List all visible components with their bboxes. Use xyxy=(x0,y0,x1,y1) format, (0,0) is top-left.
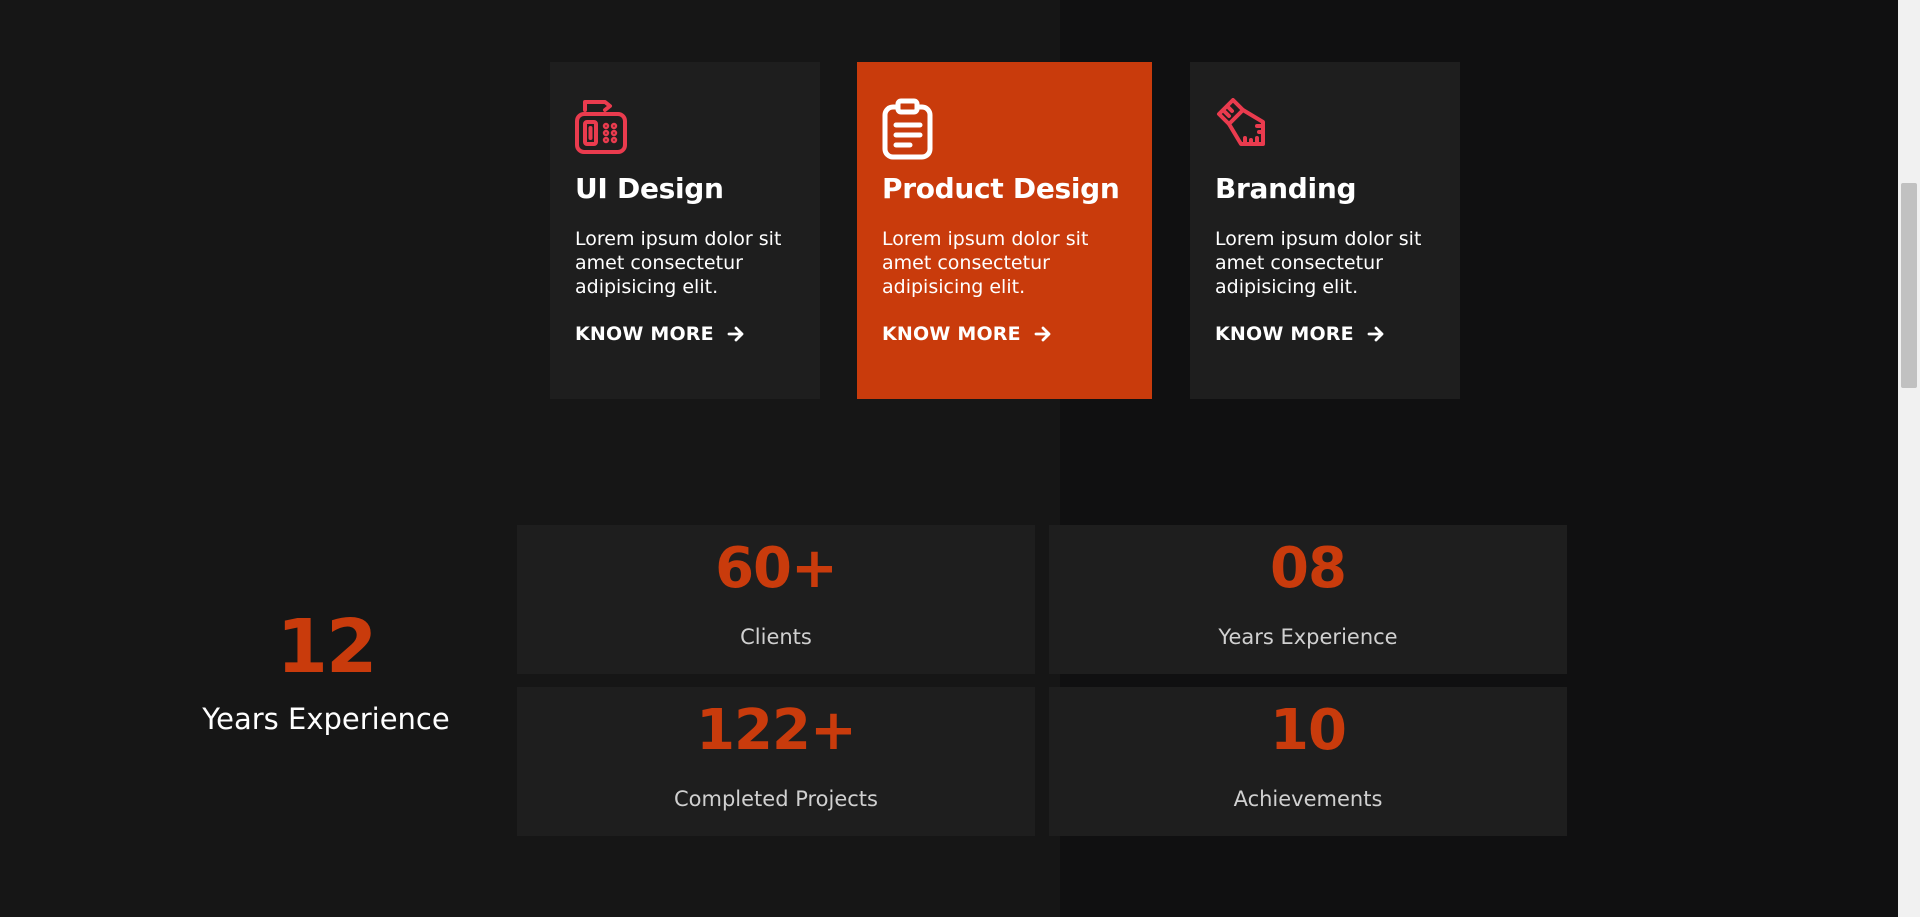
ruler-icon xyxy=(1215,98,1267,154)
stat-label: Completed Projects xyxy=(673,787,878,811)
scrollbar-thumb[interactable] xyxy=(1901,183,1917,388)
know-more-link[interactable]: KNOW MORE xyxy=(882,323,1053,345)
stat-value: 122+ xyxy=(696,698,857,763)
arrow-right-icon xyxy=(1367,326,1384,342)
know-more-label: KNOW MORE xyxy=(882,322,1021,345)
know-more-link[interactable]: KNOW MORE xyxy=(1215,323,1386,345)
know-more-label: KNOW MORE xyxy=(1215,322,1354,345)
experience-years-label: Years Experience xyxy=(202,702,450,736)
arrow-right-icon xyxy=(1034,326,1051,342)
stat-card-clients: 60+ Clients xyxy=(517,525,1035,674)
vertical-scrollbar[interactable] xyxy=(1898,0,1920,917)
stat-label: Years Experience xyxy=(1218,625,1398,649)
stat-value: 10 xyxy=(1270,698,1347,763)
card-description: Lorem ipsum dolor sit amet consectetur a… xyxy=(575,227,782,298)
card-description: Lorem ipsum dolor sit amet consectetur a… xyxy=(1215,227,1422,298)
fax-machine-icon xyxy=(575,98,627,154)
stat-card-years-experience: 08 Years Experience xyxy=(1049,525,1567,674)
stat-value: 08 xyxy=(1270,536,1347,601)
know-more-label: KNOW MORE xyxy=(575,322,714,345)
card-title: UI Design xyxy=(575,172,724,205)
stat-label: Achievements xyxy=(1233,787,1383,811)
experience-block: 12 Years Experience xyxy=(176,610,476,736)
know-more-link[interactable]: KNOW MORE xyxy=(575,323,746,345)
clipboard-icon xyxy=(882,98,934,160)
service-card-product-design: Product Design Lorem ipsum dolor sit ame… xyxy=(857,62,1152,399)
stat-card-achievements: 10 Achievements xyxy=(1049,687,1567,836)
stat-label: Clients xyxy=(740,625,812,649)
card-title: Branding xyxy=(1215,172,1357,205)
service-card-branding: Branding Lorem ipsum dolor sit amet cons… xyxy=(1190,62,1460,399)
service-card-ui-design: UI Design Lorem ipsum dolor sit amet con… xyxy=(550,62,820,399)
card-title: Product Design xyxy=(882,172,1120,205)
experience-years-value: 12 xyxy=(276,604,378,690)
stat-value: 60+ xyxy=(715,536,838,601)
arrow-right-icon xyxy=(727,326,744,342)
card-description: Lorem ipsum dolor sit amet consectetur a… xyxy=(882,227,1089,298)
stat-card-completed-projects: 122+ Completed Projects xyxy=(517,687,1035,836)
